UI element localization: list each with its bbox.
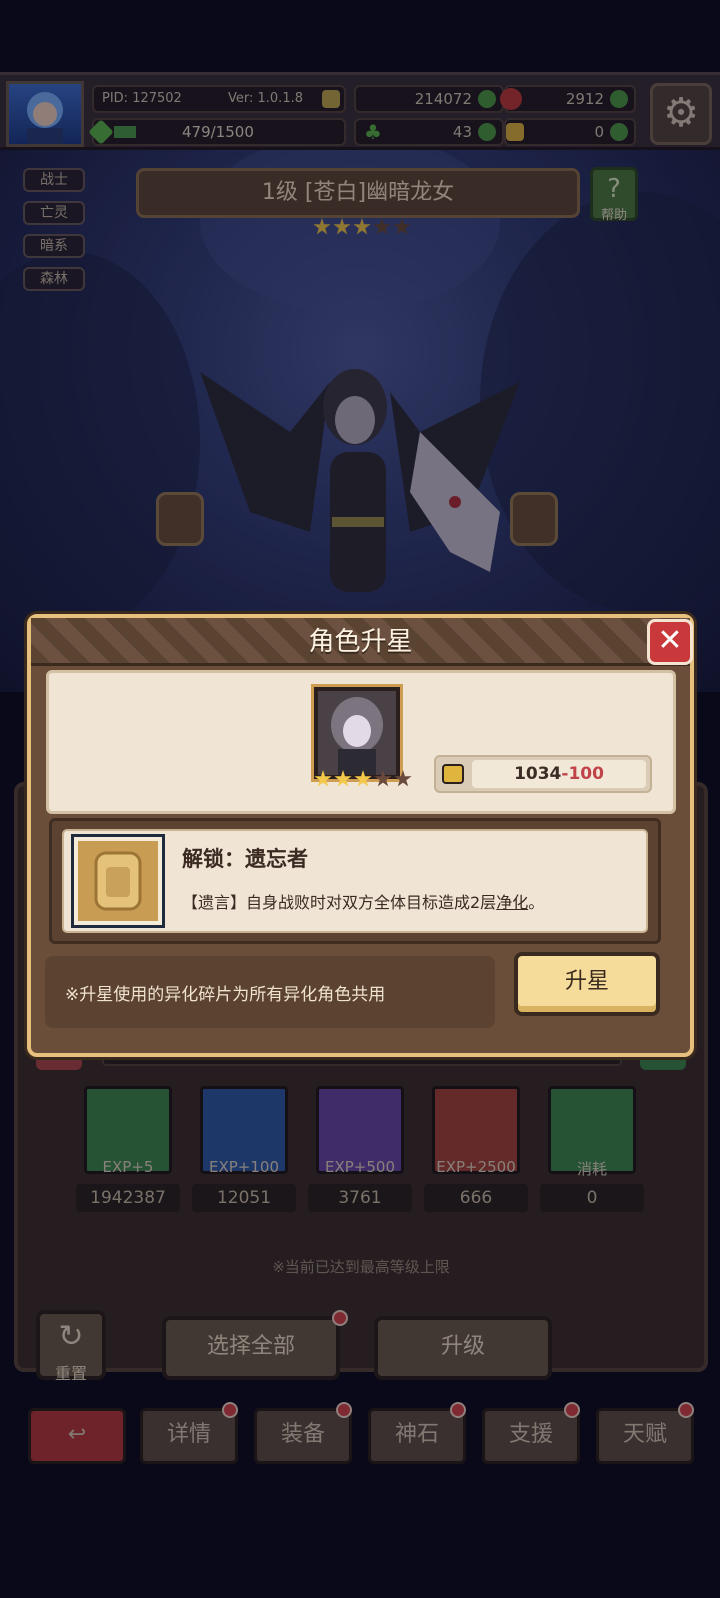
shard-cost-box: 1034-100: [434, 755, 652, 793]
close-button[interactable]: ✕: [647, 619, 693, 665]
unlock-desc-text: 【遗言】自身战败时对双方全体目标造成2层: [182, 893, 497, 912]
star-empty-icon: [394, 770, 412, 787]
unlock-desc-end: 。: [528, 893, 545, 912]
unlock-heading: 解锁：遗忘者: [182, 847, 308, 871]
shard-cost: -100: [561, 764, 604, 784]
note-bar: ※升星使用的异化碎片为所有异化角色共用: [45, 956, 495, 1028]
skill-scroll-icon[interactable]: [74, 837, 162, 925]
shard-owned: 1034: [514, 764, 562, 784]
star-empty-icon: [374, 770, 392, 787]
character-portrait-icon: [318, 691, 396, 775]
shard-note: ※升星使用的异化碎片为所有异化角色共用: [65, 985, 386, 1005]
character-portrait: [314, 687, 400, 779]
unlock-description: 【遗言】自身战败时对双方全体目标造成2层净化。: [182, 889, 544, 913]
star-filled-icon: [314, 770, 332, 787]
unlock-card: 解锁：遗忘者 【遗言】自身战败时对双方全体目标造成2层净化。: [62, 829, 648, 933]
shard-amount: 1034-100: [472, 760, 646, 788]
portrait-stars: [313, 770, 413, 794]
dialog-title: 角色升星: [308, 627, 413, 657]
star-upgrade-label: 升星: [564, 969, 609, 994]
unlock-panel: 解锁：遗忘者 【遗言】自身战败时对双方全体目标造成2层净化。: [49, 818, 661, 944]
scroll-emblem-icon: [94, 851, 142, 911]
star-filled-icon: [354, 770, 372, 787]
star-upgrade-dialog: 角色升星 ✕ 1034-100 解锁：遗忘者 【遗言】自身战败时对双方全体目标造…: [27, 614, 694, 1057]
close-icon: ✕: [657, 623, 683, 658]
shard-icon: [442, 764, 464, 784]
star-filled-icon: [334, 770, 352, 787]
keyword-link[interactable]: 净化: [496, 893, 528, 912]
star-upgrade-button[interactable]: 升星: [514, 952, 660, 1016]
